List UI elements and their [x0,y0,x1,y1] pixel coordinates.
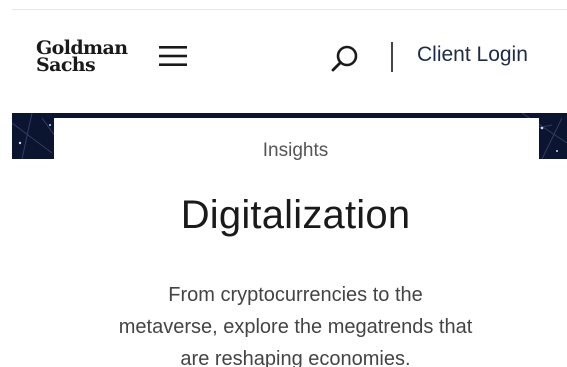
site-header: Goldman Sachs Client Login [0,10,567,110]
hamburger-menu-icon[interactable] [159,44,187,68]
client-login-link[interactable]: Client Login [417,43,528,67]
page: Goldman Sachs Client Login Insights Digi… [0,0,567,367]
goldman-sachs-logo[interactable]: Goldman Sachs [36,39,128,76]
section-eyebrow: Insights [262,140,329,161]
header-divider [391,42,393,72]
page-title: Digitalization [180,193,411,237]
search-icon[interactable] [330,44,360,74]
logo-line-2: Sachs [36,54,96,76]
page-description: From cryptocurrencies to the metaverse, … [118,284,473,367]
